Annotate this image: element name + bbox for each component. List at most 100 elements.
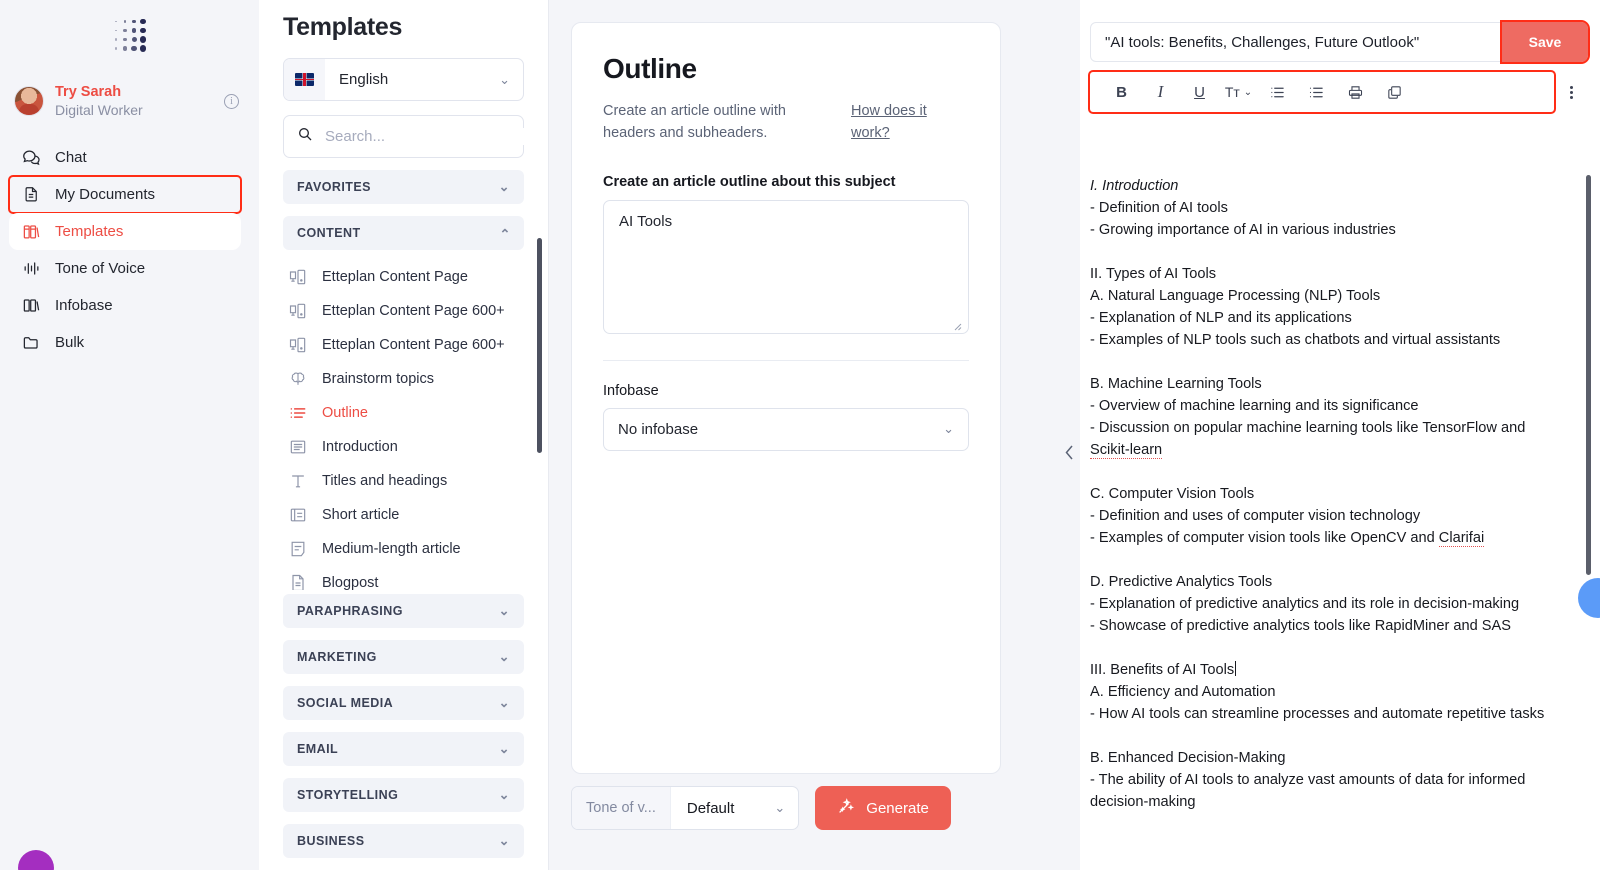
template-form-panel: Outline Create an article outline with h… bbox=[549, 0, 1080, 870]
group-email[interactable]: EMAIL ⌄ bbox=[283, 732, 524, 766]
group-storytelling[interactable]: STORYTELLING ⌄ bbox=[283, 778, 524, 812]
group-label: MARKETING bbox=[297, 650, 377, 664]
info-icon[interactable]: i bbox=[224, 93, 239, 109]
list-item[interactable]: Medium-length article bbox=[287, 532, 524, 566]
page-icon bbox=[287, 572, 309, 590]
document-title-input[interactable] bbox=[1090, 22, 1502, 62]
dot-grid-logo bbox=[112, 18, 147, 53]
brain-icon bbox=[287, 368, 309, 390]
sidebar-item-templates[interactable]: Templates bbox=[9, 212, 241, 250]
editor-toolbar: B I U Tт ⌄ bbox=[1088, 70, 1556, 114]
sidebar-item-tone-of-voice[interactable]: Tone of Voice bbox=[9, 250, 241, 287]
page-title: Templates bbox=[283, 13, 403, 41]
support-bubble[interactable] bbox=[18, 850, 54, 870]
infobase-value: No infobase bbox=[618, 420, 699, 438]
sidebar-item-chat[interactable]: Chat bbox=[9, 139, 241, 176]
kebab-menu-icon[interactable] bbox=[1554, 73, 1588, 111]
sidebar-item-label: Chat bbox=[55, 148, 87, 166]
chevron-down-icon: ⌄ bbox=[498, 179, 510, 194]
templates-scrollbar[interactable] bbox=[537, 238, 542, 453]
document-line bbox=[1090, 241, 1560, 263]
sidebar-nav: Chat My Documents Templates Tone of Voic… bbox=[0, 139, 259, 361]
sidebar-item-infobase[interactable]: Infobase bbox=[9, 287, 241, 324]
printer-icon[interactable] bbox=[1336, 73, 1375, 111]
subject-value: AI Tools bbox=[619, 212, 673, 230]
medium-doc-icon bbox=[287, 538, 309, 560]
document-scrollbar[interactable] bbox=[1585, 175, 1591, 575]
group-marketing[interactable]: MARKETING ⌄ bbox=[283, 640, 524, 674]
list-item[interactable]: Introduction bbox=[287, 430, 524, 464]
bullet-list-icon[interactable] bbox=[1297, 73, 1336, 111]
group-favorites[interactable]: FAVORITES ⌄ bbox=[283, 170, 524, 204]
document-line bbox=[1090, 549, 1560, 571]
list-item[interactable]: Etteplan Content Page 600+ bbox=[287, 294, 524, 328]
form-description: Create an article outline with headers a… bbox=[603, 103, 786, 141]
document-line: II. Types of AI Tools bbox=[1090, 266, 1217, 282]
list-item[interactable]: Etteplan Content Page bbox=[287, 260, 524, 294]
search-box[interactable] bbox=[283, 115, 524, 158]
document-line: D. Predictive Analytics Tools bbox=[1090, 574, 1273, 590]
save-button[interactable]: Save bbox=[1500, 20, 1590, 64]
list-item[interactable]: Titles and headings bbox=[287, 464, 524, 498]
chevron-down-icon: ⌄ bbox=[498, 649, 510, 664]
font-size-button[interactable]: Tт ⌄ bbox=[1219, 73, 1258, 111]
chevron-down-icon: ⌄ bbox=[499, 71, 510, 87]
sidebar-item-label: Templates bbox=[55, 222, 124, 240]
tone-of-voice-select[interactable]: Tone of v... Default ⌄ bbox=[571, 786, 800, 830]
subject-input[interactable]: AI Tools bbox=[603, 199, 969, 334]
user-profile[interactable]: Try Sarah Digital Worker i bbox=[0, 62, 259, 127]
chevron-down-icon: ⌄ bbox=[498, 695, 510, 710]
magic-wand-icon bbox=[837, 797, 855, 819]
document-line: - Definition and uses of computer vision… bbox=[1090, 508, 1421, 524]
list-item-label: Medium-length article bbox=[322, 541, 461, 557]
list-item-label: Brainstorm topics bbox=[322, 371, 435, 387]
collapse-panel-button[interactable] bbox=[1058, 434, 1080, 470]
spellcheck-underline: Scikit-learn bbox=[1090, 442, 1163, 459]
monitor-doc-icon bbox=[287, 334, 309, 356]
group-content[interactable]: CONTENT ⌄ bbox=[283, 216, 524, 250]
copy-icon[interactable] bbox=[1375, 73, 1414, 111]
document-content[interactable]: I. Introduction - Definition of AI tools -… bbox=[1080, 165, 1600, 870]
group-business[interactable]: BUSINESS ⌄ bbox=[283, 824, 524, 858]
group-label: STORYTELLING bbox=[297, 788, 399, 802]
bold-button[interactable]: B bbox=[1102, 73, 1141, 111]
chevron-down-icon: ⌄ bbox=[1243, 86, 1253, 98]
document-line: III. Benefits of AI Tools bbox=[1090, 661, 1237, 678]
sidebar-item-my-documents[interactable]: My Documents bbox=[8, 174, 242, 214]
document-line: - Growing importance of AI in various in… bbox=[1090, 222, 1396, 238]
document-line: C. Computer Vision Tools bbox=[1090, 486, 1255, 502]
document-line: I. Introduction bbox=[1090, 178, 1179, 194]
document-line: - Examples of NLP tools such as chatbots… bbox=[1090, 332, 1501, 348]
list-icon bbox=[287, 402, 309, 424]
ordered-list-icon[interactable] bbox=[1258, 73, 1297, 111]
generate-button[interactable]: Generate bbox=[815, 786, 951, 830]
list-item-label: Short article bbox=[322, 507, 400, 523]
form-actions: Tone of v... Default ⌄ Generate bbox=[571, 786, 1001, 830]
type-t-icon bbox=[287, 470, 309, 492]
italic-button[interactable]: I bbox=[1141, 73, 1180, 111]
sidebar-item-label: Infobase bbox=[55, 296, 113, 314]
app-logo[interactable] bbox=[0, 0, 259, 62]
subject-label: Create an article outline about this sub… bbox=[603, 173, 896, 190]
group-paraphrasing[interactable]: PARAPHRASING ⌄ bbox=[283, 594, 524, 628]
list-item[interactable]: Short article bbox=[287, 498, 524, 532]
infobase-label: Infobase bbox=[603, 382, 659, 399]
resize-grip-icon[interactable] bbox=[952, 318, 962, 330]
group-label: BUSINESS bbox=[297, 834, 365, 848]
search-input[interactable] bbox=[325, 128, 524, 145]
document-line: - Discussion on popular machine learning… bbox=[1090, 420, 1526, 459]
language-select[interactable]: English ⌄ bbox=[283, 58, 524, 101]
list-item[interactable]: Etteplan Content Page 600+ bbox=[287, 328, 524, 362]
tone-value-wrap[interactable]: Default ⌄ bbox=[671, 787, 798, 829]
document-line bbox=[1090, 637, 1560, 659]
underline-button[interactable]: U bbox=[1180, 73, 1219, 111]
document-line: - How AI tools can streamline processes … bbox=[1090, 706, 1545, 722]
sidebar-item-label: My Documents bbox=[55, 185, 156, 203]
group-social-media[interactable]: SOCIAL MEDIA ⌄ bbox=[283, 686, 524, 720]
list-item[interactable]: Blogpost bbox=[287, 566, 524, 590]
list-item-outline[interactable]: Outline bbox=[287, 396, 524, 430]
sidebar-item-bulk[interactable]: Bulk bbox=[9, 324, 241, 361]
infobase-select[interactable]: No infobase ⌄ bbox=[603, 407, 969, 451]
list-item[interactable]: Brainstorm topics bbox=[287, 362, 524, 396]
how-does-it-work-link[interactable]: How does it work? bbox=[851, 101, 937, 145]
